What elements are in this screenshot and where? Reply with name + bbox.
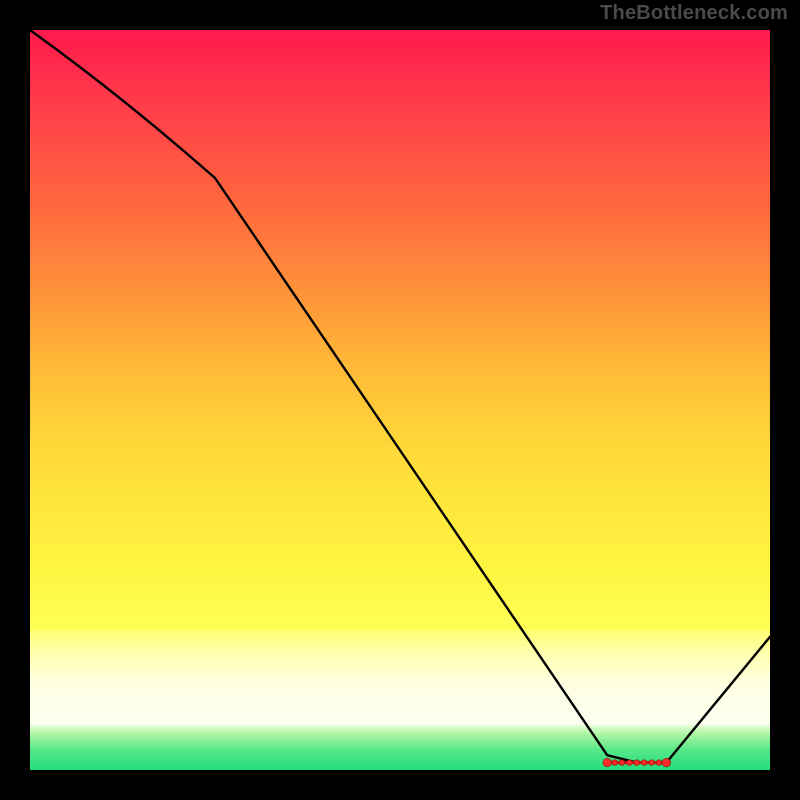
watermark-text: TheBottleneck.com: [600, 2, 788, 25]
optimal-zone-dots: [603, 758, 671, 766]
chart-frame: TheBottleneck.com: [0, 0, 800, 800]
bottleneck-curve: [30, 30, 770, 763]
curve-svg: [30, 30, 770, 770]
plot-area: [30, 30, 770, 770]
